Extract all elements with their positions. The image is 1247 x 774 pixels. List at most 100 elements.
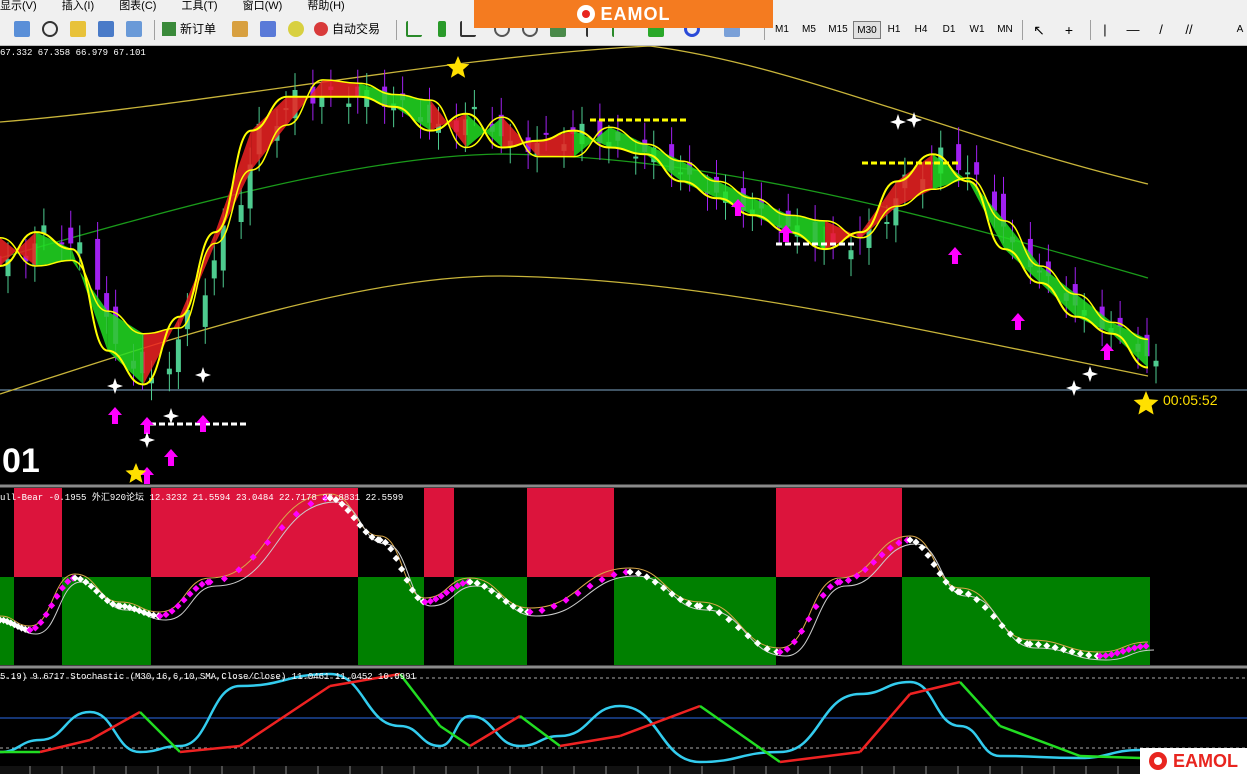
bull-ribbon-segment <box>1076 294 1113 334</box>
oscillator-dot <box>174 602 182 610</box>
toolbar-separator <box>396 20 397 40</box>
candle-body <box>1153 360 1159 367</box>
candle-body <box>848 250 854 260</box>
oscillator-dot <box>790 638 798 646</box>
time-axis <box>0 766 1247 774</box>
oscillator-dot <box>826 583 834 591</box>
timeframe-h1[interactable]: H1 <box>883 21 905 39</box>
corner-brand-logo: EAMOL <box>1140 748 1247 774</box>
stochastic-signal-line <box>239 684 331 748</box>
bull-ribbon-segment <box>1004 220 1041 283</box>
menu-item-help[interactable]: 帮助(H) <box>307 0 344 12</box>
stochastic-signal-line <box>39 738 91 754</box>
sparkle-icon <box>195 367 211 383</box>
timeframe-w1[interactable]: W1 <box>966 21 988 39</box>
bull-ribbon-segment <box>681 161 718 199</box>
market-icon[interactable] <box>288 21 304 37</box>
candle-body <box>238 205 244 222</box>
bull-bear-indicator-pane[interactable] <box>0 484 1247 665</box>
cursor-tool-icon[interactable]: ↖ <box>1030 21 1048 39</box>
trendline-tool-icon[interactable]: / <box>1152 21 1170 39</box>
candle-body <box>77 242 83 254</box>
sparkle-icon <box>163 408 179 424</box>
oscillator-dot <box>562 596 570 604</box>
lower-band-line <box>0 275 1149 395</box>
stochastic-signal-line <box>699 704 781 764</box>
oscillator-dot <box>180 596 188 604</box>
favorites-icon[interactable] <box>70 21 86 37</box>
navigator-icon[interactable] <box>98 21 114 37</box>
oscillator-dot <box>586 582 594 590</box>
stochastic-signal-line <box>559 734 621 748</box>
new-order-icon <box>162 22 176 36</box>
oscillator-dot <box>798 627 806 635</box>
menu-item-tools[interactable]: 工具(T) <box>182 0 218 12</box>
oscillator-dot <box>368 533 376 541</box>
bull-ribbon-segment <box>1112 322 1148 368</box>
new-chart-icon[interactable] <box>14 21 30 37</box>
signals-icon[interactable] <box>260 21 276 37</box>
auto-trade-icon <box>314 22 328 36</box>
timeframe-mn[interactable]: MN <box>993 21 1017 39</box>
buy-arrow-icon <box>1011 313 1025 330</box>
timeframe-m1[interactable]: M1 <box>770 21 794 39</box>
crosshair-move-icon[interactable] <box>42 21 58 37</box>
bull-ribbon-segment <box>1040 266 1077 317</box>
menu-item-view[interactable]: 显示(V) <box>0 0 37 12</box>
chart-area[interactable] <box>0 46 1247 774</box>
bull-zone-block <box>902 577 1150 665</box>
ohlc-readout: 67.332 67.358 66.979 67.101 <box>0 48 146 58</box>
vertical-line-tool-icon[interactable]: | <box>1098 21 1112 39</box>
text-tool-button[interactable]: A <box>1234 21 1246 39</box>
terminal-icon[interactable] <box>126 21 142 37</box>
chart-big-label: 01 <box>2 442 40 480</box>
menu-item-charts[interactable]: 图表(C) <box>119 0 156 12</box>
menu-item-insert[interactable]: 插入(I) <box>62 0 94 12</box>
timeframe-d1[interactable]: D1 <box>938 21 960 39</box>
brand-logo-icon <box>576 5 595 23</box>
candle-body <box>175 339 181 373</box>
expert-icon[interactable] <box>232 21 248 37</box>
channel-tool-icon[interactable]: // <box>1180 21 1198 39</box>
crosshair-tool-icon[interactable]: + <box>1060 21 1078 39</box>
candle-body <box>633 156 639 159</box>
buy-arrow-icon <box>948 247 962 264</box>
candle-body <box>543 132 549 135</box>
bear-ribbon-segment <box>251 96 287 171</box>
main-price-pane[interactable] <box>0 46 1247 484</box>
horizontal-line-tool-icon[interactable]: — <box>1124 21 1142 39</box>
stochastic-signal-line <box>859 693 911 753</box>
sparkle-icon <box>107 378 123 394</box>
toolbar-separator <box>1090 20 1091 40</box>
sparkle-icon <box>890 114 906 130</box>
oscillator-dot <box>626 568 634 576</box>
candle-body <box>471 106 477 110</box>
new-order-button[interactable]: 新订单 <box>162 19 224 39</box>
oscillator-dot <box>443 589 451 597</box>
oscillator-dot <box>574 589 582 597</box>
bull-ribbon-segment <box>358 83 395 107</box>
toolbar-separator <box>1022 20 1023 40</box>
menu-item-window[interactable]: 窗口(W) <box>243 0 283 12</box>
timeframe-m5[interactable]: M5 <box>797 21 821 39</box>
bar-chart-icon[interactable] <box>406 21 422 37</box>
timeframe-m15[interactable]: M15 <box>824 21 852 39</box>
candle-chart-icon[interactable] <box>438 21 446 37</box>
oscillator-dot <box>198 580 206 588</box>
bear-zone-block <box>776 488 902 577</box>
countdown-timer: 00:05:52 <box>1163 392 1218 408</box>
candle-body <box>95 238 101 290</box>
timeframe-m30[interactable]: M30 <box>853 21 881 39</box>
stochastic-pane[interactable] <box>0 665 1247 774</box>
timeframe-h4[interactable]: H4 <box>910 21 932 39</box>
bear-ribbon-segment <box>538 130 574 157</box>
candle-body <box>68 227 74 244</box>
oscillator-dot <box>192 584 200 593</box>
oscillator-dot <box>783 645 791 653</box>
oscillator-dot <box>37 618 45 626</box>
sparkle-icon <box>1066 380 1082 396</box>
brand-banner: EAMOL <box>474 0 773 28</box>
oscillator-dot <box>53 592 61 600</box>
auto-trade-button[interactable]: 自动交易 <box>314 19 390 39</box>
bull-bear-indicator-label: ull-Bear -0.1955 外汇920论坛 12.3232 21.5594… <box>0 493 404 503</box>
